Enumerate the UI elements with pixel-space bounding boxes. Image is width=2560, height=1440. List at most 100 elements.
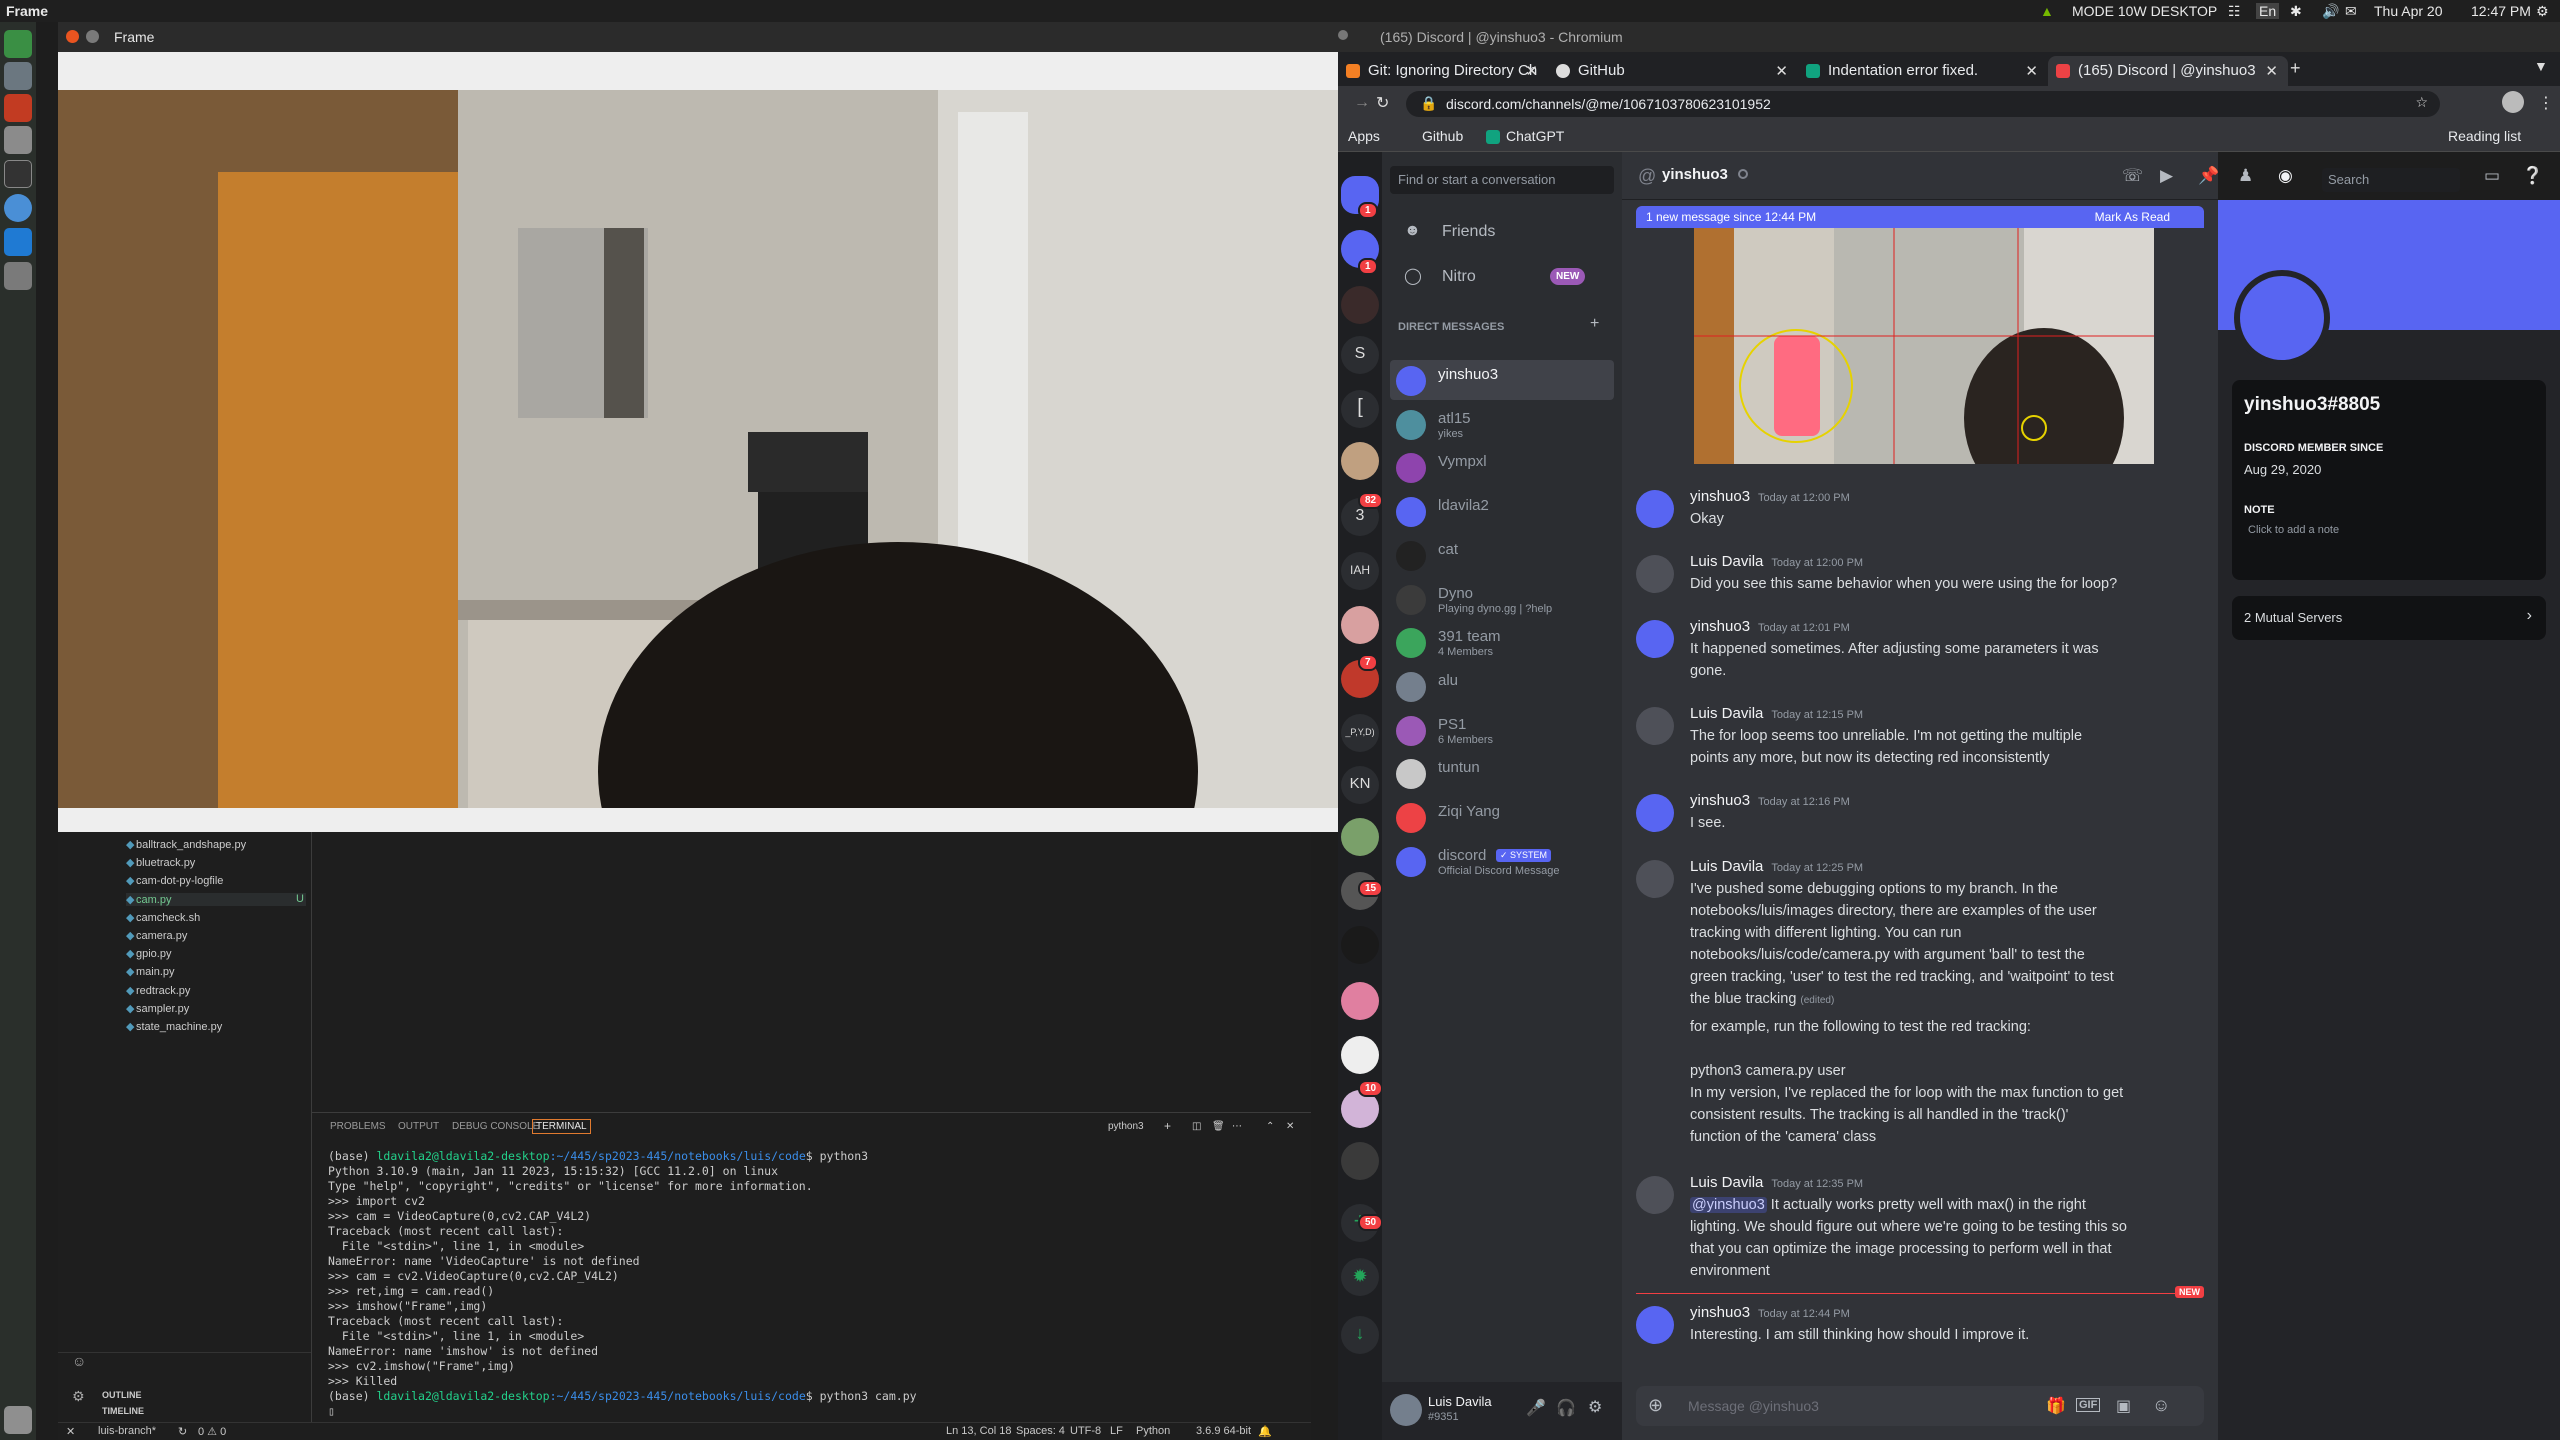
help-icon[interactable]: ❔: [2522, 166, 2543, 186]
tab-indentation[interactable]: Indentation error fixed. ✕: [1798, 56, 2048, 86]
new-messages-bar[interactable]: 1 new message since 12:44 PM Mark As Rea…: [1636, 206, 2204, 228]
url-field[interactable]: 🔒 discord.com/channels/@me/10671037806231…: [1406, 91, 2440, 117]
find-conversation-input[interactable]: Find or start a conversation: [1390, 166, 1614, 194]
launcher-disks-icon[interactable]: [4, 126, 32, 154]
dm-item[interactable]: PS1 6 Members: [1390, 710, 1614, 750]
accounts-icon[interactable]: ☺: [72, 1353, 86, 1369]
close-tab-icon[interactable]: ✕: [1775, 62, 1788, 80]
encoding[interactable]: UTF-8: [1070, 1425, 1101, 1437]
bluetooth-icon[interactable]: ✱: [2290, 3, 2302, 20]
launcher-files-icon[interactable]: [4, 62, 32, 90]
file-item[interactable]: ◆ balltrack_andshape.py: [126, 838, 246, 851]
message-author[interactable]: yinshuo3: [1690, 792, 1750, 809]
explore-compass-icon[interactable]: ✹: [1341, 1258, 1379, 1296]
launcher-home-icon[interactable]: [4, 30, 32, 58]
cursor-position[interactable]: Ln 13, Col 18: [946, 1425, 1011, 1437]
bookmark-github[interactable]: Github: [1422, 128, 1463, 144]
settings-gear-icon[interactable]: ⚙: [2536, 3, 2549, 20]
launcher-settings-icon[interactable]: [4, 94, 32, 122]
terminal-shell-select[interactable]: python3: [1108, 1121, 1144, 1132]
wifi-icon[interactable]: ☷: [2228, 3, 2241, 20]
server-icon[interactable]: [1341, 442, 1379, 480]
avatar[interactable]: [1636, 794, 1674, 832]
avatar[interactable]: [2234, 270, 2330, 366]
nitro-link[interactable]: Nitro: [1442, 268, 1476, 286]
message-author[interactable]: Luis Davila: [1690, 705, 1763, 722]
tab-terminal[interactable]: TERMINAL: [532, 1119, 591, 1134]
download-icon[interactable]: ↓: [1341, 1316, 1379, 1354]
dm-item[interactable]: atl15 yikes: [1390, 404, 1614, 444]
add-terminal-icon[interactable]: +: [1164, 1119, 1171, 1133]
tab-git-ignoring[interactable]: Git: Ignoring Directory Ch ✕: [1338, 56, 1548, 86]
message-author[interactable]: Luis Davila: [1690, 553, 1763, 570]
outline-section[interactable]: OUTLINE: [102, 1390, 142, 1400]
tab-search-icon[interactable]: ▼: [2534, 58, 2548, 74]
close-icon[interactable]: [66, 30, 79, 43]
bookmark-chatgpt[interactable]: ChatGPT: [1506, 128, 1564, 144]
line-ending[interactable]: LF: [1110, 1425, 1123, 1437]
file-item[interactable]: ◆ state_machine.py: [126, 1020, 222, 1033]
avatar[interactable]: [1636, 490, 1674, 528]
avatar[interactable]: [1636, 707, 1674, 745]
message-author[interactable]: yinshuo3: [1690, 618, 1750, 635]
server-icon[interactable]: [1341, 982, 1379, 1020]
gif-button[interactable]: GIF: [2076, 1398, 2101, 1412]
dm-item[interactable]: Vympxl: [1390, 447, 1614, 487]
inbox-icon[interactable]: ▭: [2484, 166, 2500, 186]
launcher-trash-icon[interactable]: [4, 1406, 32, 1434]
server-icon[interactable]: [1341, 818, 1379, 856]
server-icon[interactable]: [1341, 926, 1379, 964]
tab-discord[interactable]: (165) Discord | @yinshuo3 ✕: [2048, 56, 2288, 86]
emoji-icon[interactable]: ☺: [2152, 1395, 2170, 1416]
indentation[interactable]: Spaces: 4: [1016, 1425, 1065, 1437]
server-icon[interactable]: [1341, 1036, 1379, 1074]
avatar[interactable]: [1636, 860, 1674, 898]
clock-date[interactable]: Thu Apr 20: [2374, 3, 2443, 19]
file-item[interactable]: ◆ redtrack.py: [126, 984, 190, 997]
server-icon[interactable]: IAH: [1341, 552, 1379, 590]
timeline-section[interactable]: TIMELINE: [102, 1406, 144, 1416]
file-item[interactable]: ◆ bluetrack.py: [126, 856, 195, 869]
dm-item[interactable]: Dyno Playing dyno.gg | ?help: [1390, 579, 1614, 619]
mutual-servers-button[interactable]: 2 Mutual Servers ›: [2232, 596, 2546, 640]
profile-avatar[interactable]: [2502, 91, 2524, 113]
tab-output[interactable]: OUTPUT: [398, 1121, 439, 1132]
friends-link[interactable]: Friends: [1442, 223, 1495, 241]
dm-item[interactable]: Ziqi Yang: [1390, 797, 1614, 837]
add-friends-dm-icon[interactable]: ♟: [2238, 166, 2253, 186]
server-icon[interactable]: [: [1341, 390, 1379, 428]
attach-plus-icon[interactable]: ⊕: [1648, 1395, 1663, 1416]
maximize-panel-icon[interactable]: ⌃: [1266, 1121, 1274, 1132]
server-icon[interactable]: S: [1341, 336, 1379, 374]
manage-gear-icon[interactable]: ⚙: [72, 1388, 85, 1405]
header-search-input[interactable]: Search: [2322, 168, 2460, 192]
mark-as-read-button[interactable]: Mark As Read: [2095, 210, 2170, 224]
dm-item[interactable]: alu: [1390, 666, 1614, 706]
dm-item[interactable]: cat: [1390, 535, 1614, 575]
file-item[interactable]: ◆ cam-dot-py-logfile: [126, 874, 223, 887]
file-item[interactable]: ◆ camera.py: [126, 929, 187, 942]
problems-count[interactable]: 0 ⚠ 0: [198, 1425, 226, 1438]
power-mode[interactable]: MODE 10W DESKTOP: [2072, 3, 2217, 19]
server-icon[interactable]: _P,Y,D): [1341, 714, 1379, 752]
message-author[interactable]: Luis Davila: [1690, 858, 1763, 875]
avatar[interactable]: [1636, 1176, 1674, 1214]
avatar[interactable]: [1636, 555, 1674, 593]
dm-item[interactable]: 391 team 4 Members: [1390, 622, 1614, 662]
volume-icon[interactable]: 🔊: [2322, 3, 2339, 20]
tab-problems[interactable]: PROBLEMS: [330, 1121, 386, 1132]
server-icon[interactable]: [1341, 606, 1379, 644]
file-item[interactable]: ◆ cam.py U: [126, 892, 306, 906]
server-icon[interactable]: [1341, 286, 1379, 324]
bookmark-star-icon[interactable]: ☆: [2415, 94, 2428, 111]
file-item[interactable]: ◆ main.py: [126, 965, 175, 978]
message-input[interactable]: ⊕ Message @yinshuo3 🎁 GIF ▣ ☺: [1636, 1386, 2204, 1426]
menu-icon[interactable]: ⋮: [2538, 93, 2554, 113]
file-item[interactable]: ◆ sampler.py: [126, 1002, 189, 1015]
more-icon[interactable]: ⋯: [1232, 1121, 1242, 1132]
user-profile-toggle-icon[interactable]: ◉: [2278, 166, 2293, 186]
close-tab-icon[interactable]: ✕: [2025, 62, 2038, 80]
launcher-chromium-icon[interactable]: [4, 194, 32, 222]
language-mode[interactable]: Python: [1136, 1425, 1170, 1437]
window-control-icon[interactable]: [1338, 30, 1348, 40]
